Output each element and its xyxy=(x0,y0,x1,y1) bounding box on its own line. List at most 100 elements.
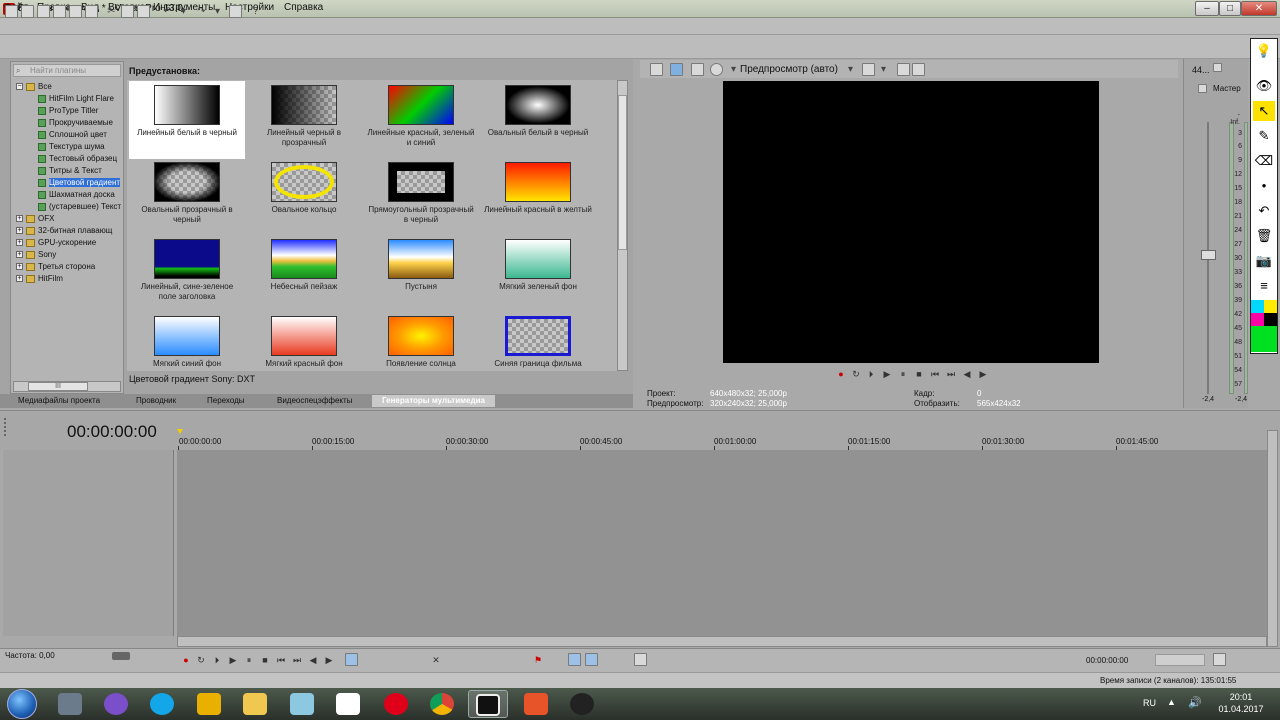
taskbar-office-app[interactable] xyxy=(516,690,556,718)
taskbar-folder-app[interactable] xyxy=(235,690,275,718)
plugin-search-input[interactable]: Найти плагины xyxy=(13,64,121,77)
rate-slider-thumb[interactable] xyxy=(112,652,130,660)
snapping-icon[interactable] xyxy=(585,653,598,666)
color-swatch-cyan[interactable] xyxy=(1251,300,1264,313)
chevron-down-icon[interactable]: ▾ xyxy=(878,63,889,76)
tree-item[interactable]: Прокручиваемые xyxy=(16,117,122,129)
tree-item[interactable]: − Все xyxy=(16,81,122,93)
new-icon[interactable] xyxy=(5,5,18,18)
preset-oval-ring[interactable]: Овальное кольцо xyxy=(246,158,362,236)
maximize-button[interactable]: □ xyxy=(1219,1,1241,16)
tree-item[interactable]: + Третья сторона xyxy=(16,261,122,273)
mixer-options-icon[interactable] xyxy=(1213,63,1222,72)
open-icon[interactable] xyxy=(21,5,34,18)
record-icon[interactable]: ● xyxy=(180,654,192,666)
preset-linear-white-black[interactable]: Линейный белый в черный xyxy=(129,81,245,159)
eye-icon[interactable]: 👁 xyxy=(1253,76,1275,96)
properties-icon[interactable] xyxy=(85,5,98,18)
track-header-list[interactable] xyxy=(3,450,174,636)
timeline-vertical-scrollbar[interactable] xyxy=(1267,430,1278,647)
tree-item[interactable]: HitFilm Light Flare xyxy=(16,93,122,105)
undo-icon[interactable]: ↶ xyxy=(1253,201,1275,221)
preset-oval-transparent-black[interactable]: Овальный прозрачный в черный xyxy=(129,158,245,236)
expand-icon[interactable]: + xyxy=(16,275,23,283)
notes-icon[interactable]: ≡ xyxy=(1253,276,1275,296)
tray-expand-icon[interactable]: ▲ xyxy=(1167,697,1176,707)
stop-icon[interactable]: ■ xyxy=(913,368,925,380)
taskbar-keyboard-app[interactable] xyxy=(50,690,90,718)
tree-item[interactable]: + GPU-ускорение xyxy=(16,237,122,249)
tree-item[interactable]: Текстура шума xyxy=(16,141,122,153)
auto-ripple-icon[interactable] xyxy=(568,653,581,666)
camera-icon[interactable]: 📷 xyxy=(1253,251,1275,271)
color-swatch-magenta[interactable] xyxy=(1251,313,1264,326)
collapse-icon[interactable]: − xyxy=(16,83,23,91)
preset-linear-black-transparent[interactable]: Линейный черный в прозрачный xyxy=(246,81,362,159)
stop-icon[interactable]: ■ xyxy=(259,654,271,666)
go-to-end-icon[interactable]: ⏭ xyxy=(945,368,957,380)
copy-icon[interactable] xyxy=(121,5,134,18)
expand-icon[interactable]: + xyxy=(16,215,23,223)
tree-item[interactable]: Титры & Текст xyxy=(16,165,122,177)
preset-linear-red-yellow[interactable]: Линейный красный в желтый xyxy=(480,158,596,236)
brush-size-icon[interactable]: • xyxy=(1253,176,1275,196)
tree-scroll-thumb[interactable]: III xyxy=(28,382,88,391)
tree-item-selected[interactable]: Цветовой градиент xyxy=(16,177,122,189)
taskbar-vegas-app[interactable] xyxy=(468,690,508,718)
save-icon[interactable] xyxy=(37,5,50,18)
tree-item[interactable]: ProType Titler xyxy=(16,105,122,117)
redo-dropdown-icon[interactable]: ▾ xyxy=(212,5,223,18)
input-language[interactable]: RU xyxy=(1143,698,1156,708)
start-button[interactable] xyxy=(7,689,37,719)
grid-overlay-icon[interactable] xyxy=(862,63,875,76)
preset-soft-green[interactable]: Мягкий зеленый фон xyxy=(480,235,596,313)
play-icon[interactable]: ▶ xyxy=(227,654,239,666)
loop-icon[interactable]: ↻ xyxy=(850,368,862,380)
timeline-horizontal-scrollbar[interactable] xyxy=(177,636,1267,647)
taskbar-opera-app[interactable] xyxy=(376,690,416,718)
timeline-track-area[interactable] xyxy=(177,450,1267,636)
chevron-down-icon[interactable]: ▾ xyxy=(728,63,739,76)
playhead-marker[interactable] xyxy=(177,429,183,434)
help-icon[interactable]: ? xyxy=(250,5,261,18)
pointer-icon[interactable]: ↖ xyxy=(1253,101,1275,121)
minimize-button[interactable]: – xyxy=(1195,1,1219,16)
expand-icon[interactable]: + xyxy=(16,263,23,271)
selection-length-field[interactable] xyxy=(1155,654,1205,666)
tree-item[interactable]: Тестовый образец xyxy=(16,153,122,165)
copy-snapshot-icon[interactable] xyxy=(897,63,910,76)
play-icon[interactable]: ▶ xyxy=(881,368,893,380)
taskbar-onenote-app[interactable] xyxy=(328,690,368,718)
play-from-start-icon[interactable]: ⏵ xyxy=(865,368,877,380)
preset-blue-green-title[interactable]: Линейный, сине-зеленое поле заголовка xyxy=(129,235,245,313)
undo-icon[interactable]: ↶ xyxy=(162,5,173,18)
color-swatch-black[interactable] xyxy=(1264,313,1277,326)
color-swatch-yellow[interactable] xyxy=(1264,300,1277,313)
next-frame-icon[interactable]: ▶ xyxy=(977,368,989,380)
record-icon[interactable]: ● xyxy=(835,368,847,380)
tray-clock[interactable]: 20:01 01.04.2017 xyxy=(1218,691,1264,715)
tab-media-generators[interactable]: Генераторы мультимедиа xyxy=(372,395,495,407)
preset-blue-border[interactable]: Синяя граница фильма xyxy=(480,312,596,390)
pause-icon[interactable]: ⏸ xyxy=(243,654,255,666)
save-as-icon[interactable] xyxy=(53,5,66,18)
preset-desert[interactable]: Пустыня xyxy=(363,235,479,313)
play-from-start-icon[interactable]: ⏵ xyxy=(211,654,223,666)
expand-icon[interactable]: + xyxy=(16,227,23,235)
tree-item[interactable]: + HitFilm xyxy=(16,273,122,285)
taskbar-chrome-app[interactable] xyxy=(422,690,462,718)
preset-linear-rgb[interactable]: Линейные красный, зеленый и синий xyxy=(363,81,479,159)
master-volume-fader[interactable] xyxy=(1201,250,1216,260)
external-monitor-icon[interactable] xyxy=(670,63,683,76)
timeline-options-icon[interactable] xyxy=(1213,653,1226,666)
paste-icon[interactable] xyxy=(137,5,150,18)
expand-icon[interactable]: + xyxy=(16,239,23,247)
preview-quality-dropdown[interactable]: Предпросмотр (авто) xyxy=(740,64,838,75)
preset-oval-white-black[interactable]: Овальный белый в черный xyxy=(480,81,596,159)
tree-item[interactable]: +32-битная плавающ xyxy=(16,225,122,237)
taskbar-lightshot-app[interactable] xyxy=(562,690,602,718)
redo-icon[interactable]: ↷ xyxy=(196,5,207,18)
lightbulb-icon[interactable]: 💡 xyxy=(1253,41,1275,61)
loop-icon[interactable]: ↻ xyxy=(195,654,207,666)
tree-item[interactable]: + Sony xyxy=(16,249,122,261)
